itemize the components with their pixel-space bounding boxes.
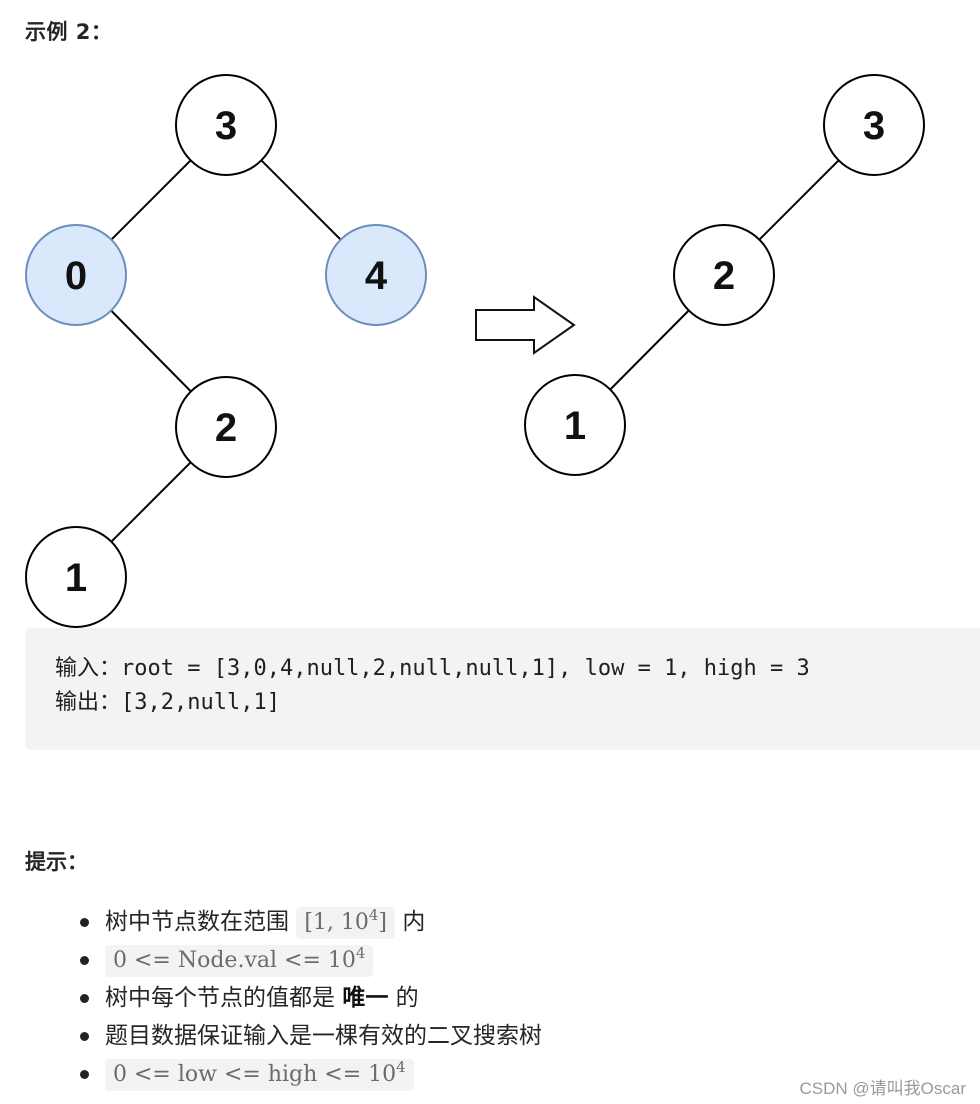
hint-item-low-high: 0 <= low <= high <= 104 — [0, 1055, 542, 1093]
code-superscript: 4 — [368, 905, 379, 924]
code-text: ] — [378, 909, 388, 935]
tree-edges — [75, 124, 875, 578]
hint-emphasis: 唯一 — [342, 985, 389, 1011]
inline-code: 0 <= low <= high <= 104 — [105, 1057, 414, 1091]
node-label: 2 — [713, 254, 735, 298]
tree-nodes: 3 0 4 2 1 3 2 1 — [25, 74, 925, 628]
inline-code: [1, 104] — [296, 905, 396, 939]
node-label: 3 — [215, 104, 237, 148]
hint-text: 树中每个节点的值都是 — [105, 985, 343, 1011]
watermark: CSDN @请叫我Oscar — [799, 1079, 967, 1098]
code-superscript: 4 — [355, 943, 366, 962]
hint-text: 的 — [388, 985, 419, 1011]
code-superscript: 4 — [396, 1057, 406, 1076]
bullet-icon — [80, 956, 89, 965]
hints-list: 树中节点数在范围 [1, 104] 内 0 <= Node.val <= 104… — [0, 903, 542, 1093]
input-value: root = [3,0,4,null,2,null,null,1], low =… — [121, 656, 810, 681]
node-label: 4 — [365, 254, 388, 298]
tree-diagram: 3 0 4 2 1 3 2 1 — [25, 74, 925, 628]
hint-item-valid-bst: 题目数据保证输入是一棵有效的二叉搜索树 — [0, 1017, 542, 1055]
output-value: [3,2,null,1] — [121, 690, 280, 715]
bullet-icon — [80, 1070, 89, 1079]
output-label: 输出： — [55, 690, 122, 715]
node-label: 1 — [65, 556, 87, 600]
code-text: [1, 10 — [304, 909, 369, 935]
hint-item-unique: 树中每个节点的值都是 唯一 的 — [0, 979, 542, 1017]
tree-node-out-2: 2 — [673, 224, 775, 326]
node-label: 3 — [863, 104, 885, 148]
hint-text: 树中节点数在范围 — [105, 909, 297, 935]
tree-node-in-3: 3 — [175, 74, 277, 176]
input-label: 输入： — [55, 656, 122, 681]
hint-text: 内 — [395, 909, 426, 935]
tree-node-in-1: 1 — [25, 526, 127, 628]
right-arrow-icon — [475, 295, 576, 355]
tree-node-out-1: 1 — [524, 374, 626, 476]
hint-item-node-count: 树中节点数在范围 [1, 104] 内 — [0, 903, 542, 941]
inline-code: 0 <= Node.val <= 104 — [105, 943, 374, 977]
hints-title: 提示： — [25, 850, 88, 874]
tree-node-in-4: 4 — [325, 224, 427, 326]
node-label: 0 — [65, 254, 87, 298]
output-line: 输出：[3,2,null,1] — [55, 686, 980, 720]
hint-item-node-val: 0 <= Node.val <= 104 — [0, 941, 542, 979]
node-label: 2 — [215, 406, 237, 450]
bullet-icon — [80, 1032, 89, 1041]
tree-node-out-3: 3 — [823, 74, 925, 176]
code-text: 0 <= Node.val <= 10 — [113, 947, 356, 973]
bullet-icon — [80, 918, 89, 927]
input-line: 输入：root = [3,0,4,null,2,null,null,1], lo… — [55, 652, 980, 686]
tree-node-in-0: 0 — [25, 224, 127, 326]
bullet-icon — [80, 994, 89, 1003]
tree-node-in-2: 2 — [175, 376, 277, 478]
node-label: 1 — [564, 404, 586, 448]
hint-text: 题目数据保证输入是一棵有效的二叉搜索树 — [105, 1023, 542, 1049]
code-text: 0 <= low <= high <= 10 — [113, 1061, 397, 1087]
example-code-block: 输入：root = [3,0,4,null,2,null,null,1], lo… — [25, 628, 980, 750]
